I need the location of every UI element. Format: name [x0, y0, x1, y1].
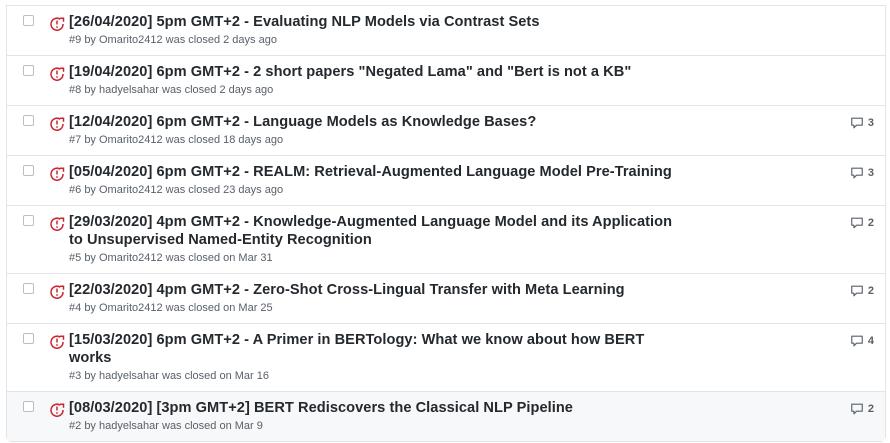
- comment-icon: [851, 117, 863, 129]
- issue-meta: #8 by hadyelsahar was closed 2 days ago: [69, 83, 679, 97]
- issue-list: [26/04/2020] 5pm GMT+2 - Evaluating NLP …: [6, 5, 886, 442]
- issue-author[interactable]: hadyelsahar: [99, 370, 159, 382]
- issue-author[interactable]: hadyelsahar: [99, 84, 159, 96]
- issue-meta: #5 by Omarito2412 was closed on Mar 31: [69, 251, 679, 265]
- issue-title[interactable]: [19/04/2020] 6pm GMT+2 - 2 short papers …: [69, 63, 679, 81]
- issue-title[interactable]: [15/03/2020] 6pm GMT+2 - A Primer in BER…: [69, 331, 679, 367]
- comment-icon: [851, 335, 863, 347]
- row-checkbox[interactable]: [23, 115, 34, 126]
- issue-status: was closed on Mar 25: [165, 302, 273, 314]
- row-checkbox[interactable]: [23, 215, 34, 226]
- issue-closed-icon: [50, 403, 65, 417]
- issue-author[interactable]: Omarito2412: [99, 302, 163, 314]
- row-checkbox[interactable]: [23, 15, 34, 26]
- issue-row[interactable]: [26/04/2020] 5pm GMT+2 - Evaluating NLP …: [7, 6, 885, 56]
- comment-count: 2: [867, 217, 874, 229]
- issue-title[interactable]: [08/03/2020] [3pm GMT+2] BERT Rediscover…: [69, 399, 679, 417]
- comment-icon: [851, 285, 863, 297]
- issue-by: by: [84, 370, 96, 382]
- issue-status: was closed 2 days ago: [162, 84, 274, 96]
- comment-count: 4: [867, 335, 874, 347]
- issue-meta: #9 by Omarito2412 was closed 2 days ago: [69, 33, 679, 47]
- issue-number: #2: [69, 420, 82, 432]
- row-checkbox[interactable]: [23, 165, 34, 176]
- issue-by: by: [84, 134, 96, 146]
- issue-status: was closed 23 days ago: [165, 184, 284, 196]
- issue-title[interactable]: [22/03/2020] 4pm GMT+2 - Zero-Shot Cross…: [69, 281, 679, 299]
- comment-icon: [851, 167, 863, 179]
- issue-meta: #7 by Omarito2412 was closed 18 days ago: [69, 133, 679, 147]
- comment-count: 2: [867, 285, 874, 297]
- issue-closed-icon: [50, 335, 65, 349]
- issue-by: by: [84, 302, 96, 314]
- issue-number: #3: [69, 370, 82, 382]
- issue-row[interactable]: [08/03/2020] [3pm GMT+2] BERT Rediscover…: [7, 392, 885, 441]
- comments-link[interactable]: 3: [850, 116, 874, 130]
- comment-count: 3: [867, 117, 874, 129]
- issue-author[interactable]: hadyelsahar: [99, 420, 159, 432]
- issue-by: by: [84, 420, 96, 432]
- issue-author[interactable]: Omarito2412: [99, 134, 163, 146]
- issue-number: #6: [69, 184, 82, 196]
- issue-title[interactable]: [05/04/2020] 6pm GMT+2 - REALM: Retrieva…: [69, 163, 679, 181]
- issue-status: was closed 18 days ago: [165, 134, 284, 146]
- issue-title[interactable]: [12/04/2020] 6pm GMT+2 - Language Models…: [69, 113, 679, 131]
- issue-row[interactable]: [05/04/2020] 6pm GMT+2 - REALM: Retrieva…: [7, 156, 885, 206]
- issue-closed-icon: [50, 285, 65, 299]
- issue-number: #5: [69, 252, 82, 264]
- issue-closed-icon: [50, 167, 65, 181]
- row-checkbox[interactable]: [23, 65, 34, 76]
- comment-icon: [851, 217, 863, 229]
- comment-count: 2: [867, 403, 874, 415]
- issue-number: #9: [69, 34, 82, 46]
- comments-link[interactable]: 2: [850, 402, 874, 416]
- row-checkbox[interactable]: [23, 401, 34, 412]
- issue-closed-icon: [50, 17, 65, 31]
- issue-author[interactable]: Omarito2412: [99, 34, 163, 46]
- issue-status: was closed on Mar 9: [162, 420, 263, 432]
- issue-meta: #2 by hadyelsahar was closed on Mar 9: [69, 419, 679, 433]
- issue-title[interactable]: [26/04/2020] 5pm GMT+2 - Evaluating NLP …: [69, 13, 679, 31]
- issue-number: #8: [69, 84, 82, 96]
- issue-by: by: [84, 252, 96, 264]
- issue-meta: #3 by hadyelsahar was closed on Mar 16: [69, 369, 679, 383]
- comments-link[interactable]: 2: [850, 216, 874, 230]
- issue-status: was closed 2 days ago: [165, 34, 277, 46]
- issue-number: #4: [69, 302, 82, 314]
- issue-closed-icon: [50, 67, 65, 81]
- issue-title[interactable]: [29/03/2020] 4pm GMT+2 - Knowledge-Augme…: [69, 213, 679, 249]
- row-checkbox[interactable]: [23, 283, 34, 294]
- issue-row[interactable]: [12/04/2020] 6pm GMT+2 - Language Models…: [7, 106, 885, 156]
- issue-row[interactable]: [29/03/2020] 4pm GMT+2 - Knowledge-Augme…: [7, 206, 885, 274]
- issue-by: by: [84, 84, 96, 96]
- issue-status: was closed on Mar 16: [162, 370, 269, 382]
- comment-count: 3: [867, 167, 874, 179]
- issue-closed-icon: [50, 217, 65, 231]
- issue-row[interactable]: [22/03/2020] 4pm GMT+2 - Zero-Shot Cross…: [7, 274, 885, 324]
- issue-closed-icon: [50, 117, 65, 131]
- issue-meta: #6 by Omarito2412 was closed 23 days ago: [69, 183, 679, 197]
- comments-link[interactable]: 4: [850, 334, 874, 348]
- issue-author[interactable]: Omarito2412: [99, 252, 163, 264]
- comments-link[interactable]: 3: [850, 166, 874, 180]
- comments-link[interactable]: 2: [850, 284, 874, 298]
- issue-row[interactable]: [15/03/2020] 6pm GMT+2 - A Primer in BER…: [7, 324, 885, 392]
- issue-by: by: [84, 34, 96, 46]
- issue-author[interactable]: Omarito2412: [99, 184, 163, 196]
- issue-meta: #4 by Omarito2412 was closed on Mar 25: [69, 301, 679, 315]
- row-checkbox[interactable]: [23, 333, 34, 344]
- issue-row[interactable]: [19/04/2020] 6pm GMT+2 - 2 short papers …: [7, 56, 885, 106]
- comment-icon: [851, 403, 863, 415]
- issue-number: #7: [69, 134, 82, 146]
- issue-status: was closed on Mar 31: [165, 252, 273, 264]
- issue-by: by: [84, 184, 96, 196]
